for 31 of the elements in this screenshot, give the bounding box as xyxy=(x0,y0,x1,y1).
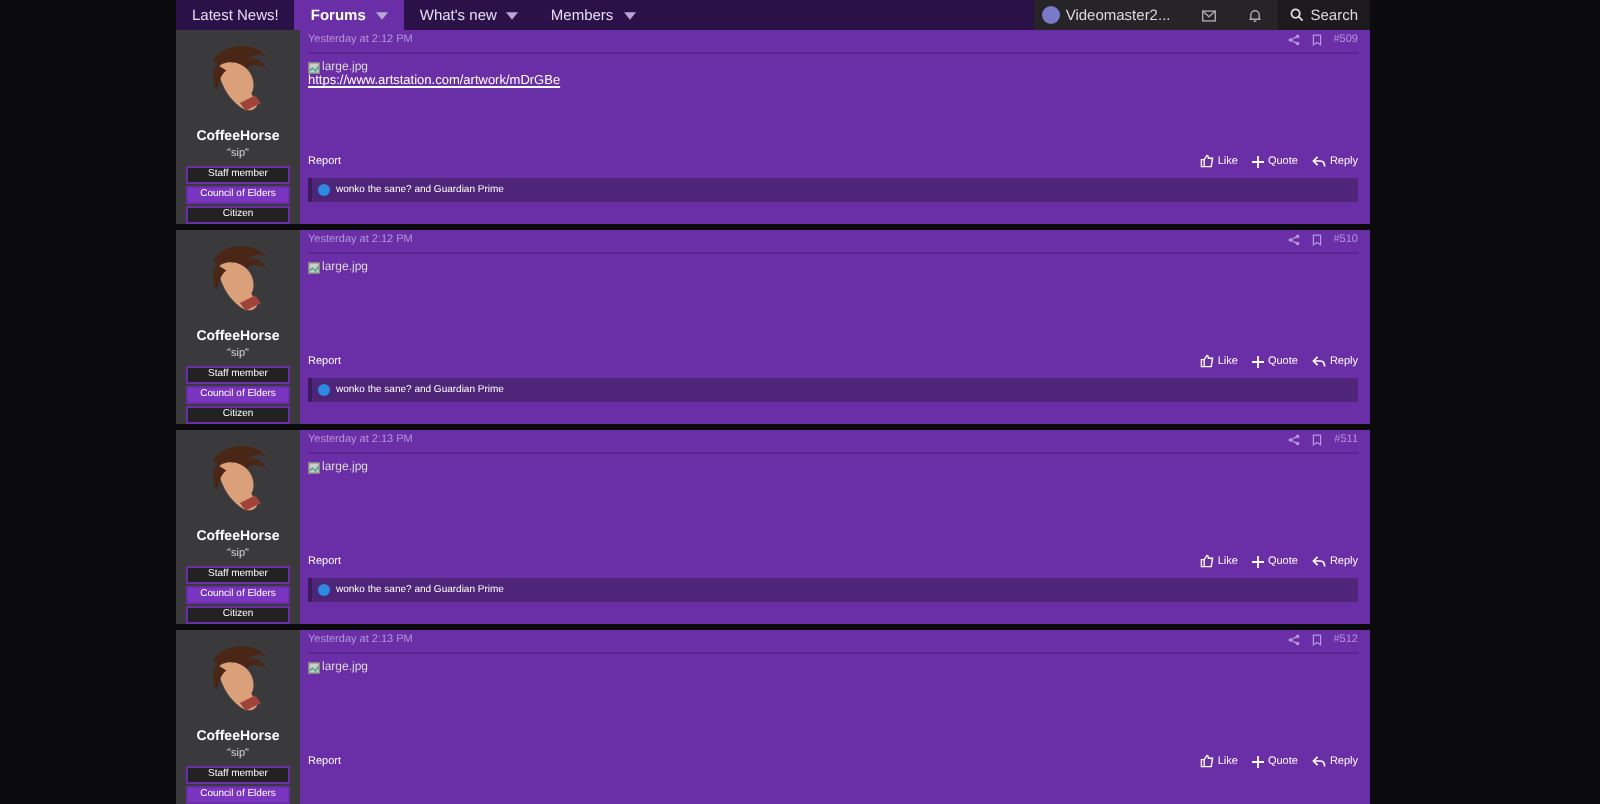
like-reaction-icon xyxy=(318,184,330,196)
broken-image-icon xyxy=(308,62,320,74)
thumbs-up-icon xyxy=(1199,354,1214,368)
search-icon xyxy=(1290,8,1305,22)
envelope-icon[interactable] xyxy=(1202,9,1217,21)
bookmark-icon[interactable] xyxy=(1311,234,1322,246)
plus-icon xyxy=(1251,355,1264,367)
thumbs-up-icon xyxy=(1199,554,1214,568)
thumbs-up-icon xyxy=(1199,154,1214,168)
reply-icon xyxy=(1311,554,1326,568)
broken-image-icon xyxy=(308,662,320,674)
share-icon[interactable] xyxy=(1288,434,1301,446)
bookmark-icon[interactable] xyxy=(1312,434,1323,446)
broken-image-icon xyxy=(308,262,320,274)
bell-icon[interactable] xyxy=(1248,8,1263,22)
plus-icon xyxy=(1251,155,1264,167)
share-icon[interactable] xyxy=(1287,634,1300,646)
broken-image-icon xyxy=(308,462,320,474)
share-icon[interactable] xyxy=(1287,234,1300,246)
reply-icon xyxy=(1311,754,1326,768)
like-reaction-icon xyxy=(318,584,330,596)
bookmark-icon[interactable] xyxy=(1311,634,1322,646)
reply-icon xyxy=(1311,354,1326,368)
like-reaction-icon xyxy=(318,384,330,396)
thumbs-up-icon xyxy=(1199,754,1214,768)
plus-icon xyxy=(1251,755,1264,767)
share-icon[interactable] xyxy=(1287,34,1300,46)
avatar-icon xyxy=(1041,6,1060,24)
plus-icon xyxy=(1251,555,1264,567)
bookmark-icon[interactable] xyxy=(1311,34,1322,46)
reply-icon xyxy=(1311,154,1326,168)
